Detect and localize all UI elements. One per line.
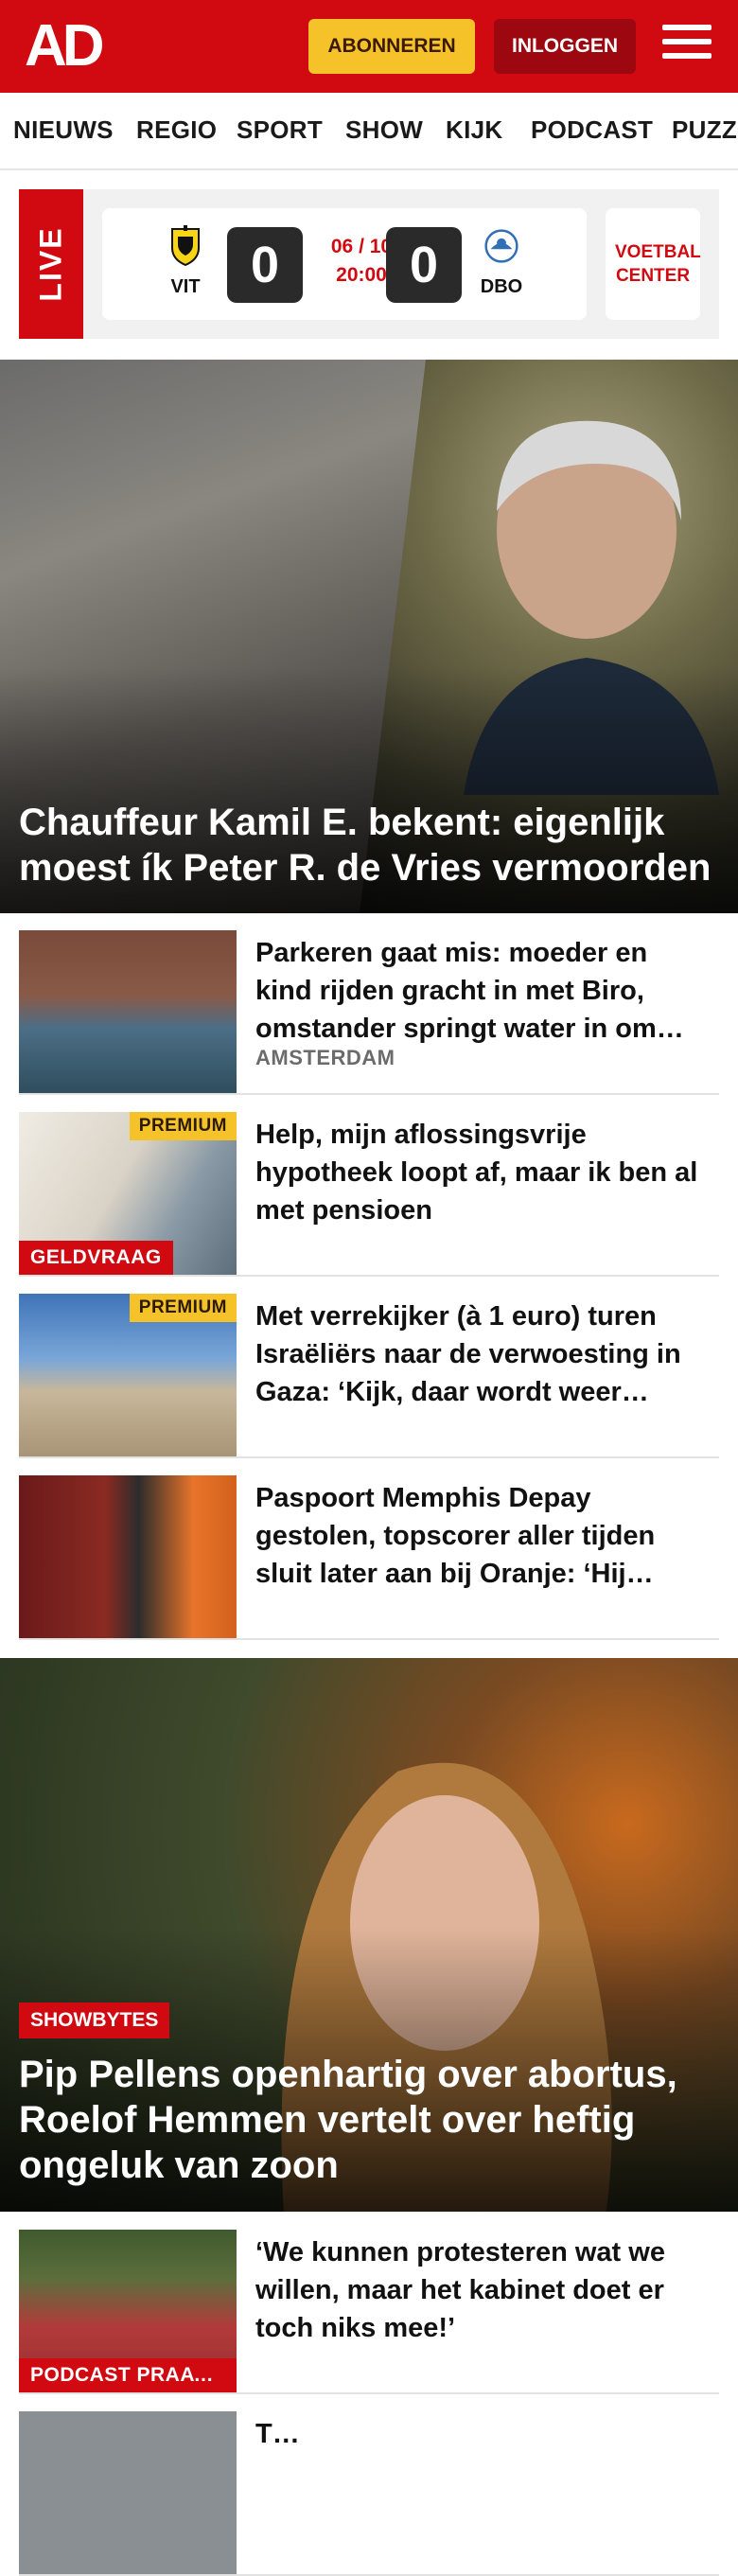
nav-item-regio[interactable]: REGIO [136,115,217,145]
article-list: Parkeren gaat mis: moeder en kind rijden… [19,913,719,1640]
nav-item-show[interactable]: SHOW [345,115,423,145]
nav-item-kijk[interactable]: KIJK [446,115,502,145]
premium-badge: PREMIUM [129,1112,237,1140]
article-thumbnail [19,2411,237,2574]
voetbal-center-label: VOETBAL CENTER [615,242,701,286]
live-scores-bar: LIVE VIT 0 06 / 10 20:00 0 DBO VOETBAL C… [19,189,719,339]
article-title: Met verrekijker (à 1 euro) turen Israëli… [255,1301,681,1407]
article-title: Help, mijn aflossingsvrije hypotheek loo… [255,1120,698,1226]
article-title: Parkeren gaat mis: moeder en kind rijden… [255,938,684,1044]
home-team: VIT [157,225,214,298]
nav-item-podcast[interactable]: PODCAST [531,115,653,145]
match-card[interactable]: VIT 0 06 / 10 20:00 0 DBO [102,208,587,320]
hero-2-title[interactable]: Pip Pellens openhartig over abortus, Roe… [19,2052,719,2188]
article-thumbnail [19,930,237,1093]
nav-item-sport[interactable]: SPORT [237,115,323,145]
article-list-2: PODCAST PRAAT … ‘We kunnen protesteren w… [19,2213,719,2576]
nav-item-puzzel[interactable]: PUZZ [672,115,737,145]
away-team: DBO [473,225,530,298]
article-thumbnail: PODCAST PRAAT … [19,2230,237,2392]
list-item[interactable]: T… [19,2394,719,2576]
home-team-name: VIT [170,276,201,297]
list-item[interactable]: PREMIUM Met verrekijker (à 1 euro) turen… [19,1277,719,1458]
article-thumbnail [19,1475,237,1638]
ad-logo[interactable]: AD [25,17,105,76]
nav-item-nieuws[interactable]: NIEUWS [13,115,114,145]
category-badge: GELDVRAAG [19,1241,173,1275]
login-button[interactable]: INLOGGEN [494,19,636,74]
hero-article-2[interactable]: SHOWBYTES Pip Pellens openhartig over ab… [0,1658,738,2212]
hero-article[interactable]: Chauffeur Kamil E. bekent: eigenlijk moe… [0,360,738,913]
article-title: Paspoort Memphis Depay gestolen, topscor… [255,1483,656,1589]
voetbal-center-button[interactable]: VOETBAL CENTER [606,208,701,320]
subscribe-button[interactable]: ABONNEREN [308,19,475,74]
article-location: AMSTERDAM [255,1046,395,1069]
list-item[interactable]: PODCAST PRAAT … ‘We kunnen protesteren w… [19,2213,719,2394]
menu-icon[interactable] [662,25,712,66]
list-item[interactable]: Parkeren gaat mis: moeder en kind rijden… [19,913,719,1095]
away-score: 0 [386,227,462,303]
article-thumbnail: PREMIUM [19,1294,237,1456]
den-bosch-crest-icon [484,229,518,263]
list-item[interactable]: Paspoort Memphis Depay gestolen, topscor… [19,1458,719,1640]
list-item[interactable]: PREMIUM GELDVRAAG Help, mijn aflossingsv… [19,1095,719,1277]
category-badge: SHOWBYTES [19,2003,170,2038]
home-score: 0 [227,227,303,303]
away-team-name: DBO [480,276,523,297]
live-tag: LIVE [19,189,83,339]
site-header: AD ABONNEREN INLOGGEN [0,0,738,93]
vitesse-crest-icon [171,225,200,267]
section-nav: NIEUWS REGIO SPORT SHOW KIJK PODCAST PUZ… [0,93,738,170]
premium-badge: PREMIUM [129,1294,237,1322]
article-title: T… [255,2419,300,2449]
article-thumbnail: PREMIUM GELDVRAAG [19,1112,237,1275]
article-title: ‘We kunnen protesteren wat we willen, ma… [255,2237,665,2343]
category-badge: PODCAST PRAAT … [19,2358,237,2392]
live-label: LIVE [33,226,68,302]
hero-title[interactable]: Chauffeur Kamil E. bekent: eigenlijk moe… [19,800,719,891]
